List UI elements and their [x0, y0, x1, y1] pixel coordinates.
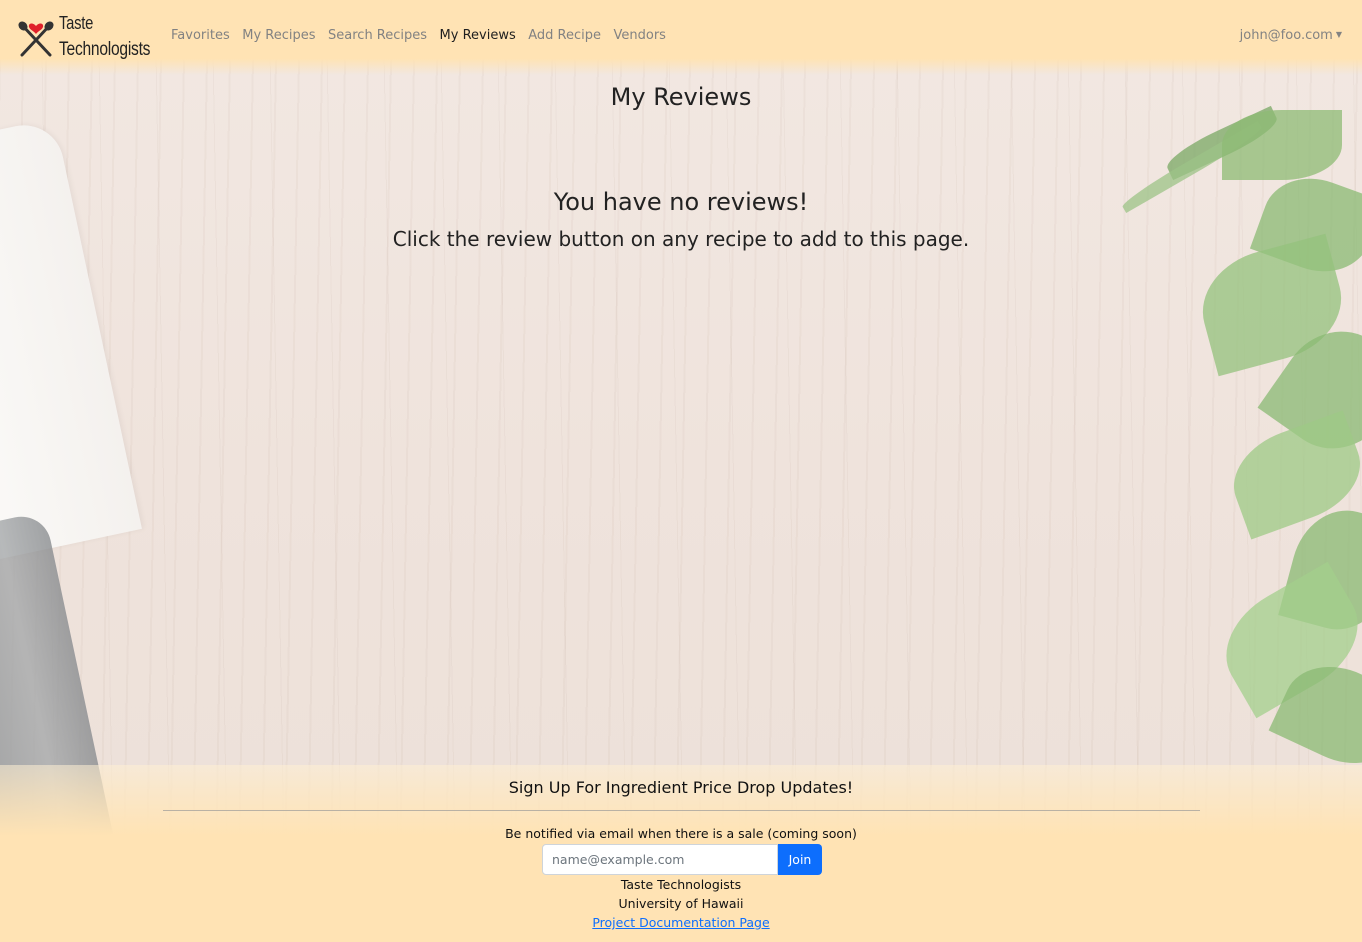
- page-title: My Reviews: [610, 83, 752, 111]
- email-input[interactable]: [542, 844, 778, 875]
- signup-form: Join: [542, 844, 822, 875]
- user-dropdown[interactable]: john@foo.com ▼: [1240, 28, 1342, 43]
- signup-heading: Sign Up For Ingredient Price Drop Update…: [508, 778, 854, 797]
- footer: Sign Up For Ingredient Price Drop Update…: [0, 765, 1362, 942]
- fork-spoon-heart-icon: [18, 21, 54, 57]
- nav-link-search-recipes[interactable]: Search Recipes: [328, 28, 427, 43]
- nav-link-my-recipes[interactable]: My Recipes: [242, 28, 315, 43]
- nav-link-my-reviews[interactable]: My Reviews: [440, 28, 516, 43]
- main-content: My Reviews You have no reviews! Click th…: [0, 75, 1362, 765]
- empty-state-subtext: Click the review button on any recipe to…: [392, 227, 970, 251]
- nav-link-favorites[interactable]: Favorites: [171, 28, 230, 43]
- project-documentation-link[interactable]: Project Documentation Page: [592, 915, 769, 930]
- user-email: john@foo.com: [1239, 28, 1333, 43]
- footer-doc-link-wrap: Project Documentation Page: [0, 915, 1362, 930]
- footer-org-name: Taste Technologists: [620, 877, 742, 892]
- navbar: Taste Technologists Favorites My Recipes…: [0, 0, 1362, 75]
- empty-state-heading: You have no reviews!: [553, 188, 809, 216]
- brand-logo[interactable]: Taste Technologists: [16, 12, 156, 62]
- nav-link-add-recipe[interactable]: Add Recipe: [528, 28, 601, 43]
- signup-note: Be notified via email when there is a sa…: [505, 826, 857, 841]
- nav-links: Favorites My Recipes Search Recipes My R…: [171, 28, 678, 43]
- brand-name-line1: Taste: [59, 13, 94, 33]
- footer-university: University of Hawaii: [618, 896, 744, 911]
- join-button[interactable]: Join: [778, 844, 822, 875]
- footer-divider: [163, 810, 1200, 811]
- nav-link-vendors[interactable]: Vendors: [614, 28, 666, 43]
- brand-name-line2: Technologists: [59, 39, 151, 60]
- caret-down-icon: ▼: [1335, 30, 1342, 39]
